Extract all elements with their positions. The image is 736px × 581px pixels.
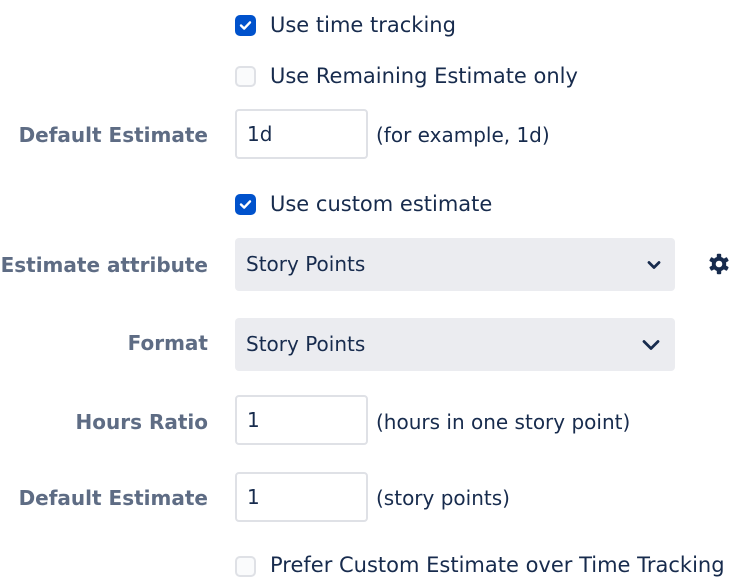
default-estimate-sp-input[interactable]: 1 (235, 472, 368, 522)
default-estimate-sp-label: Default Estimate (18, 486, 208, 510)
prefer-custom-estimate-row: Prefer Custom Estimate over Time Trackin… (0, 553, 736, 581)
gear-icon[interactable] (707, 252, 731, 276)
hours-ratio-hint: (hours in one story point) (376, 410, 631, 434)
estimate-attribute-select[interactable]: Story Points (235, 238, 675, 291)
checkmark-icon (239, 200, 252, 209)
default-estimate-row: Default Estimate 1d (for example, 1d) (0, 109, 736, 161)
default-estimate-hint: (for example, 1d) (376, 123, 550, 147)
hours-ratio-input[interactable]: 1 (235, 395, 368, 445)
default-estimate-sp-hint: (story points) (376, 486, 510, 510)
use-custom-estimate-row: Use custom estimate (0, 191, 736, 221)
hours-ratio-row: Hours Ratio 1 (hours in one story point) (0, 395, 736, 447)
use-custom-estimate-checkbox[interactable] (235, 194, 256, 215)
format-row: Format Story Points (0, 318, 736, 371)
use-time-tracking-label[interactable]: Use time tracking (270, 13, 456, 37)
use-remaining-estimate-checkbox[interactable] (235, 66, 256, 87)
default-estimate-label: Default Estimate (18, 123, 208, 147)
prefer-custom-estimate-label[interactable]: Prefer Custom Estimate over Time Trackin… (270, 553, 725, 577)
format-label: Format (127, 331, 208, 355)
estimate-attribute-row: Estimate attribute Story Points (0, 238, 736, 291)
use-time-tracking-row: Use time tracking (0, 12, 736, 42)
format-select[interactable]: Story Points (235, 318, 675, 371)
default-estimate-input[interactable]: 1d (235, 109, 368, 159)
estimate-attribute-value: Story Points (246, 252, 366, 276)
checkmark-icon (239, 21, 252, 30)
estimate-attribute-label: Estimate attribute (0, 253, 208, 277)
use-time-tracking-checkbox[interactable] (235, 15, 256, 36)
chevron-down-icon (647, 260, 661, 269)
use-remaining-estimate-label[interactable]: Use Remaining Estimate only (270, 64, 578, 88)
use-remaining-estimate-row: Use Remaining Estimate only (0, 63, 736, 93)
prefer-custom-estimate-checkbox[interactable] (235, 556, 256, 577)
default-estimate-sp-row: Default Estimate 1 (story points) (0, 472, 736, 524)
chevron-down-icon (642, 339, 660, 350)
hours-ratio-label: Hours Ratio (75, 410, 209, 434)
format-value: Story Points (246, 332, 366, 356)
use-custom-estimate-label[interactable]: Use custom estimate (270, 192, 492, 216)
